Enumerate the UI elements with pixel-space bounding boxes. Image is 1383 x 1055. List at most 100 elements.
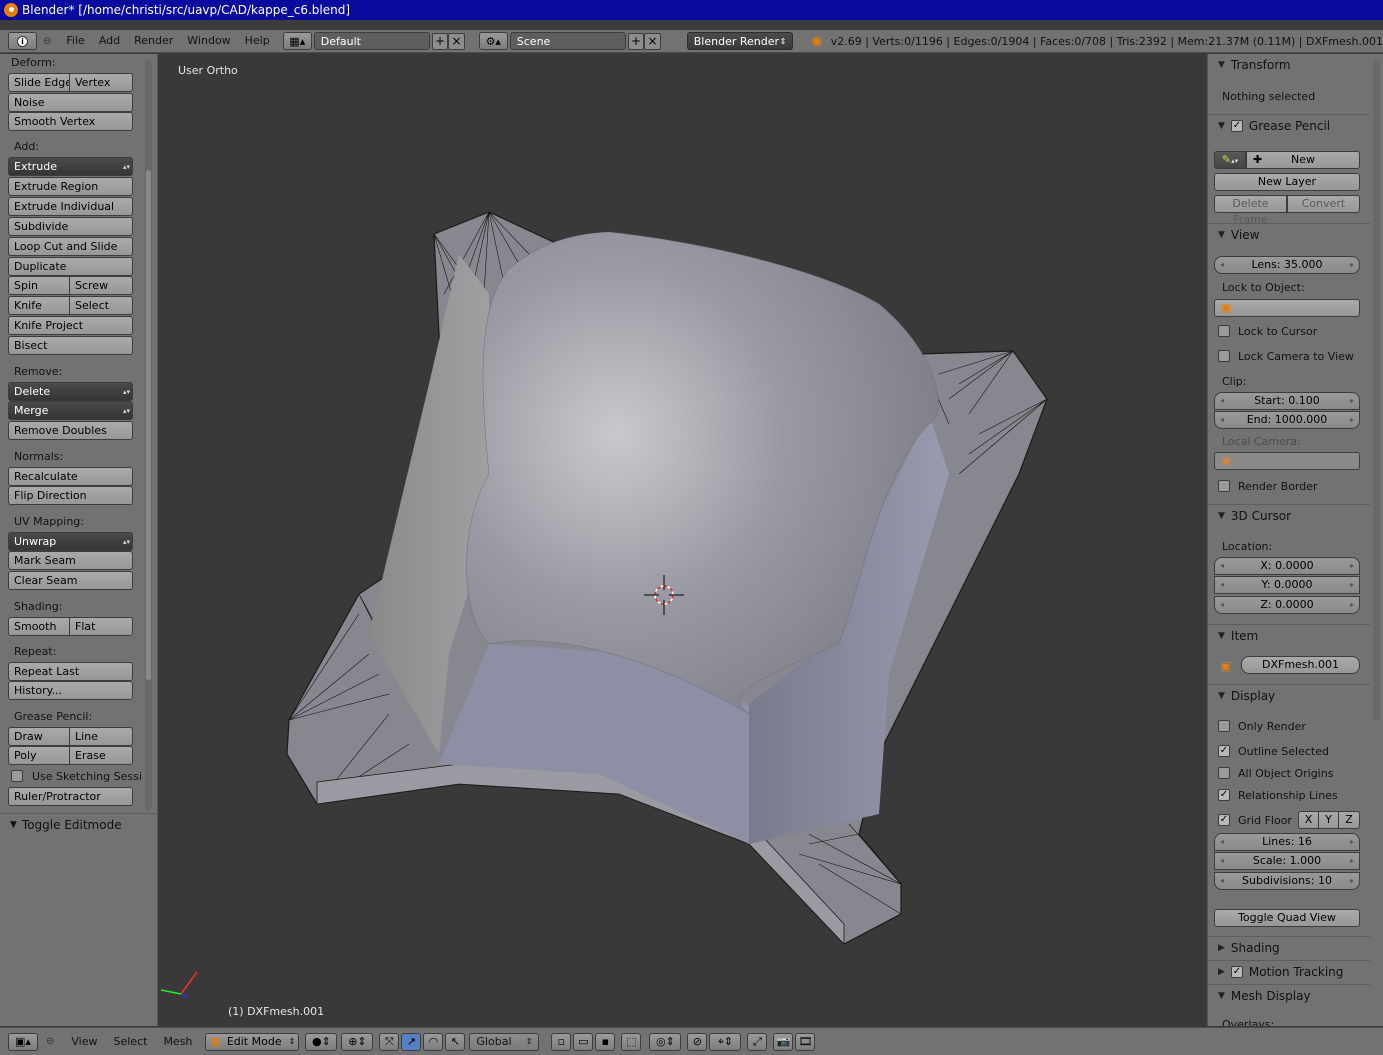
clear-seam-button[interactable]: Clear Seam (8, 571, 133, 590)
cursor-z-field[interactable]: Z: 0.0000 (1214, 596, 1360, 614)
motion-tracking-checkbox[interactable]: ✓ (1230, 965, 1243, 978)
edge-select-icon[interactable]: ▭ (573, 1032, 594, 1051)
remove-layout-icon[interactable]: × (448, 32, 465, 50)
screen-layout-icon[interactable]: ▦▴ (282, 32, 312, 50)
proportional-edit-icon[interactable]: ◎⇕ (649, 1032, 682, 1051)
grease-pencil-panel-header[interactable]: ▼ ✓ Grease Pencil (1208, 114, 1370, 136)
extrude-individual-button[interactable]: Extrude Individual (8, 197, 133, 216)
properties-scrollbar[interactable] (1373, 60, 1380, 720)
viewport-shading-icon[interactable]: ●⇕ (305, 1032, 338, 1051)
knife-button[interactable]: Knife (8, 296, 70, 315)
translate-manipulator-icon[interactable]: ↗ (401, 1032, 422, 1051)
duplicate-button[interactable]: Duplicate (8, 257, 133, 276)
face-select-icon[interactable]: ▪ (595, 1032, 616, 1051)
slide-edge-button[interactable]: Slide Edge (8, 73, 70, 92)
history-button[interactable]: History... (8, 681, 133, 700)
delete-dropdown[interactable]: Delete (8, 382, 133, 401)
render-border-checkbox[interactable] (1218, 480, 1230, 492)
add-layout-icon[interactable]: + (431, 32, 449, 50)
subdivide-button[interactable]: Subdivide (8, 217, 133, 236)
knife-project-button[interactable]: Knife Project (8, 316, 133, 335)
noise-button[interactable]: Noise (8, 93, 133, 112)
gp-line-button[interactable]: Line (69, 727, 133, 746)
collapse-menu-icon[interactable]: ⊖ (43, 36, 51, 47)
pivot-point-icon[interactable]: ⊕⇕ (341, 1032, 374, 1051)
cursor-y-field[interactable]: Y: 0.0000 (1214, 576, 1360, 594)
snap-toggle-icon[interactable]: ⊘ (687, 1032, 708, 1051)
grid-scale-field[interactable]: Scale: 1.000 (1214, 852, 1360, 870)
mesh-display-panel-header[interactable]: ▼ Mesh Display (1208, 984, 1370, 1006)
grid-lines-field[interactable]: Lines: 16 (1214, 833, 1360, 851)
knife-select-button[interactable]: Select (69, 296, 133, 315)
grid-axis-y-toggle[interactable]: Y (1318, 811, 1339, 829)
editor-type-3dview-icon[interactable]: ▣▴ (8, 1032, 38, 1051)
view-panel-header[interactable]: ▼ View (1208, 223, 1370, 245)
lock-cursor-checkbox[interactable] (1218, 325, 1230, 337)
bisect-button[interactable]: Bisect (8, 336, 133, 355)
toggle-editmode-panel[interactable]: ▼ Toggle Editmode (0, 813, 158, 835)
gp-new-button[interactable]: ✚ New (1246, 151, 1360, 169)
render-engine-dropdown[interactable]: Blender Render ⇕ (686, 32, 794, 50)
gp-erase-button[interactable]: Erase (69, 746, 133, 765)
shading-panel-header[interactable]: ▶ Shading (1208, 936, 1370, 958)
screen-layout-field[interactable]: Default (313, 32, 430, 50)
collapse-menu-icon[interactable]: ⊖ (46, 1036, 54, 1047)
render-opengl-icon[interactable]: 📷 (773, 1032, 794, 1051)
relationship-lines-checkbox[interactable]: ✓ (1218, 789, 1230, 801)
grid-axis-z-toggle[interactable]: Z (1338, 811, 1360, 829)
toggle-quad-view-button[interactable]: Toggle Quad View (1214, 909, 1360, 927)
ruler-protractor-button[interactable]: Ruler/Protractor (8, 787, 133, 806)
new-layer-button[interactable]: New Layer (1214, 173, 1360, 191)
3d-viewport[interactable]: User Ortho (1) DXFmesh.001 (159, 54, 1206, 1026)
remove-scene-icon[interactable]: × (644, 32, 661, 50)
clip-end-field[interactable]: End: 1000.000 (1214, 411, 1360, 429)
menu-window[interactable]: Window (180, 31, 237, 51)
tool-shelf-scrollbar[interactable] (145, 60, 152, 810)
menu-render[interactable]: Render (127, 31, 180, 51)
screw-button[interactable]: Screw (69, 276, 133, 295)
item-panel-header[interactable]: ▼ Item (1208, 624, 1370, 646)
snap-element-icon[interactable]: ⌖⇕ (709, 1032, 742, 1051)
spin-button[interactable]: Spin (8, 276, 70, 295)
scene-field[interactable]: Scene (509, 32, 626, 50)
grid-floor-checkbox[interactable]: ✓ (1218, 814, 1230, 826)
merge-dropdown[interactable]: Merge (8, 401, 133, 420)
menu-select[interactable]: Select (107, 1032, 155, 1052)
object-name-field[interactable]: DXFmesh.001 (1241, 656, 1360, 674)
recalculate-button[interactable]: Recalculate (8, 467, 133, 486)
mode-dropdown[interactable]: ▦ Edit Mode ⇕ (205, 1032, 300, 1051)
transform-panel-header[interactable]: ▼ Transform (1208, 54, 1370, 76)
shade-flat-button[interactable]: Flat (69, 617, 133, 636)
transform-orientation-dropdown[interactable]: Global ⇕ (469, 1032, 540, 1051)
scene-icon[interactable]: ⚙▴ (478, 32, 508, 50)
layer-icon[interactable]: ⤢ (747, 1032, 768, 1051)
extrude-dropdown[interactable]: Extrude (8, 157, 133, 176)
rotate-manipulator-icon[interactable]: ◠ (423, 1032, 444, 1051)
cursor-x-field[interactable]: X: 0.0000 (1214, 557, 1360, 575)
grid-axis-x-toggle[interactable]: X (1298, 811, 1319, 829)
menu-mesh[interactable]: Mesh (156, 1032, 199, 1052)
manipulator-toggle-icon[interactable]: ⤧ (379, 1032, 400, 1051)
extrude-region-button[interactable]: Extrude Region (8, 177, 133, 196)
mark-seam-button[interactable]: Mark Seam (8, 551, 133, 570)
unwrap-dropdown[interactable]: Unwrap (8, 532, 133, 551)
clip-start-field[interactable]: Start: 0.100 (1214, 392, 1360, 410)
lock-object-field[interactable]: ▣ (1214, 299, 1360, 317)
editor-type-info-icon[interactable]: i (8, 32, 38, 50)
outline-selected-checkbox[interactable]: ✓ (1218, 745, 1230, 757)
display-panel-header[interactable]: ▼ Display (1208, 684, 1370, 706)
scale-manipulator-icon[interactable]: ↖ (445, 1032, 466, 1051)
menu-file[interactable]: File (59, 31, 91, 51)
menu-add[interactable]: Add (92, 31, 127, 51)
sketching-checkbox[interactable] (11, 770, 23, 782)
grid-subdivisions-field[interactable]: Subdivisions: 10 (1214, 872, 1360, 890)
render-animation-icon[interactable]: 🎞 (795, 1032, 816, 1051)
3d-cursor-panel-header[interactable]: ▼ 3D Cursor (1208, 504, 1370, 526)
shade-smooth-button[interactable]: Smooth (8, 617, 70, 636)
add-scene-icon[interactable]: + (627, 32, 645, 50)
menu-view[interactable]: View (64, 1032, 104, 1052)
smooth-vertex-button[interactable]: Smooth Vertex (8, 112, 133, 131)
gp-draw-button[interactable]: Draw (8, 727, 70, 746)
vertex-select-icon[interactable]: ▫ (551, 1032, 572, 1051)
motion-tracking-panel-header[interactable]: ▶ ✓ Motion Tracking (1208, 960, 1370, 982)
